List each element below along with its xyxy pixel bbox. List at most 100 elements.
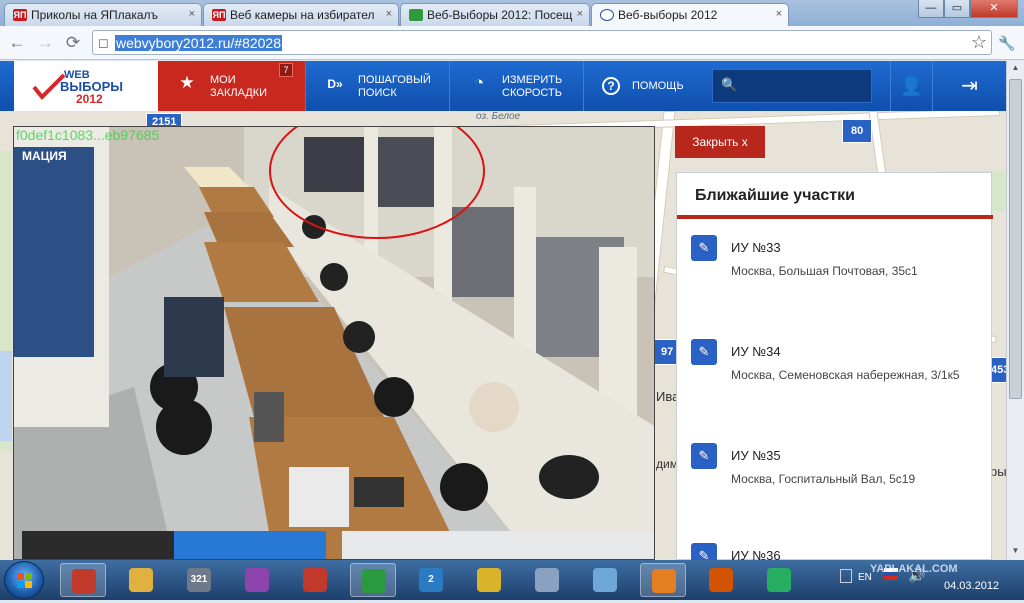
browser-tab-strip: ЯП Приколы на ЯПлакалъ × ЯП Веб камеры н…: [0, 0, 1024, 27]
search-icon: 🔍: [721, 77, 738, 92]
station-item[interactable]: ✎ ИУ №33 Москва, Большая Почтовая, 35с1: [691, 235, 981, 295]
watermark: YAPLAKAL.COM: [870, 563, 958, 575]
taskbar-firefox[interactable]: [698, 563, 744, 597]
user-icon: 👤: [900, 76, 923, 96]
yaplakal-favicon-icon: ЯП: [13, 9, 27, 21]
scroll-up-icon[interactable]: ▲: [1009, 63, 1022, 75]
notepad-app-icon: [593, 568, 617, 592]
taskbar-picasa[interactable]: [234, 563, 280, 597]
reload-button[interactable]: ⟳: [62, 32, 84, 54]
batman-app-icon: [477, 568, 501, 592]
scroll-down-icon[interactable]: ▼: [1009, 546, 1022, 558]
webvybory-logo[interactable]: WEB ВЫБОРЫ 2012: [14, 61, 158, 111]
taskbar-chrome[interactable]: [350, 563, 396, 597]
map-label: оз. Белое: [476, 111, 521, 122]
image-viewer-icon: [652, 569, 676, 593]
minimize-button[interactable]: —: [918, 0, 944, 18]
close-tab-icon[interactable]: ×: [189, 8, 195, 20]
panel-title: Ближайшие участки: [695, 187, 855, 204]
close-tab-icon[interactable]: ×: [776, 8, 782, 20]
close-window-button[interactable]: ✕: [970, 0, 1018, 18]
maximize-button[interactable]: ▭: [944, 0, 970, 18]
tab-title: Приколы на ЯПлакалъ: [31, 8, 159, 22]
nav-label: ИЗМЕРИТЬ СКОРОСТЬ: [502, 74, 563, 99]
tab-webvybory-stats[interactable]: Веб-Выборы 2012: Посещ ×: [400, 3, 590, 26]
site-header: WEB ВЫБОРЫ 2012 ★ МОИ ЗАКЛАДКИ 7 D» ПОШАГ…: [0, 61, 1006, 111]
wall-sign-text: МАЦИЯ: [22, 149, 67, 163]
map-marker[interactable]: 80: [842, 119, 873, 143]
scroll-thumb[interactable]: [1009, 79, 1022, 399]
site-search-input[interactable]: 🔍: [712, 69, 872, 103]
star-icon: ★: [179, 73, 195, 92]
taskbar-floppy-app[interactable]: [292, 563, 338, 597]
logo-year: 2012: [76, 92, 103, 106]
chrome-icon: [362, 569, 386, 593]
nav-label: МОИ ЗАКЛАДКИ: [210, 74, 268, 99]
station-address: Москва, Большая Почтовая, 35с1: [731, 264, 918, 278]
tab-yaplakal[interactable]: ЯП Приколы на ЯПлакалъ ×: [4, 3, 202, 26]
tab-title: Веб-выборы 2012: [618, 8, 718, 22]
taskbar-presentation-app[interactable]: [60, 563, 106, 597]
taskbar-image-viewer[interactable]: [640, 563, 686, 597]
close-tab-icon[interactable]: ×: [577, 8, 583, 20]
speedometer-icon: ◔: [473, 73, 485, 92]
station-item[interactable]: ✎ ИУ №36: [691, 543, 981, 561]
network-app-icon: 2: [419, 568, 443, 592]
tab-title: Веб камеры на избирател: [230, 8, 375, 22]
taskbar-chat-app[interactable]: [756, 563, 802, 597]
logout-button[interactable]: ⇥: [932, 61, 1006, 111]
nav-my-bookmarks[interactable]: ★ МОИ ЗАКЛАДКИ 7: [158, 61, 306, 111]
tab-title: Веб-Выборы 2012: Посещ: [427, 8, 573, 22]
taskbar-keyboard-app[interactable]: [524, 563, 570, 597]
camera-id-overlay: f0def1c1083...eb97685: [16, 127, 160, 143]
station-item[interactable]: ✎ ИУ №34 Москва, Семеновская набережная,…: [691, 339, 981, 399]
network-icon[interactable]: [840, 569, 852, 583]
station-name: ИУ №34: [731, 344, 781, 359]
nav-speed-test[interactable]: ◔ ИЗМЕРИТЬ СКОРОСТЬ: [450, 61, 584, 111]
nav-label: ПОШАГОВЫЙ ПОИСК: [358, 74, 431, 99]
url-text[interactable]: webvybory2012.ru/#82028: [115, 35, 283, 51]
map-label: дим: [656, 457, 678, 471]
ballot-icon: ✎: [691, 235, 717, 261]
nav-label: ПОМОЩЬ: [632, 80, 684, 92]
page-scrollbar[interactable]: ▲ ▼: [1006, 61, 1024, 560]
start-button[interactable]: [4, 561, 44, 599]
nav-step-search[interactable]: D» ПОШАГОВЫЙ ПОИСК: [306, 61, 450, 111]
tab-webvybory-active[interactable]: Веб-выборы 2012 ×: [591, 3, 789, 27]
bookmark-star-icon[interactable]: ☆: [971, 32, 987, 53]
clock-date[interactable]: 04.03.2012: [944, 580, 999, 592]
taskbar-batman-app[interactable]: [466, 563, 512, 597]
taskbar-notepad-app[interactable]: [582, 563, 628, 597]
close-tab-icon[interactable]: ×: [386, 8, 392, 20]
close-panel-button[interactable]: Закрыть x: [675, 126, 765, 158]
wrench-menu-icon[interactable]: 🔧: [996, 32, 1018, 54]
file-explorer-icon: [129, 568, 153, 592]
step-search-icon: D»: [327, 77, 343, 91]
bar-chart-favicon-icon: [409, 9, 423, 21]
user-profile-button[interactable]: 👤: [890, 61, 932, 111]
forward-button[interactable]: →: [34, 32, 56, 54]
keyboard-app-icon: [535, 568, 559, 592]
firefox-icon: [709, 568, 733, 592]
yaplakal-favicon-icon: ЯП: [212, 9, 226, 21]
chat-app-icon: [767, 568, 791, 592]
address-bar[interactable]: ◻ webvybory2012.ru/#82028 ☆: [92, 30, 992, 55]
panel-accent-bar: [677, 215, 993, 219]
taskbar-media-classic[interactable]: 321: [176, 563, 222, 597]
map-water: [0, 351, 12, 441]
page-icon: ◻: [98, 35, 109, 50]
help-icon: ?: [602, 77, 620, 95]
station-name: ИУ №33: [731, 240, 781, 255]
windows-logo-icon: [17, 573, 32, 588]
station-item[interactable]: ✎ ИУ №35 Москва, Госпитальный Вал, 5с19: [691, 443, 981, 503]
tab-webcams[interactable]: ЯП Веб камеры на избирател ×: [203, 3, 399, 26]
taskbar-file-explorer[interactable]: [118, 563, 164, 597]
back-button[interactable]: ←: [6, 32, 28, 54]
nav-help[interactable]: ? ПОМОЩЬ: [584, 61, 700, 111]
presentation-app-icon: [72, 569, 96, 593]
ballot-icon: ✎: [691, 443, 717, 469]
ballot-icon: ✎: [691, 543, 717, 561]
webcam-video[interactable]: МАЦИЯ f0def1c1083...eb97685: [13, 126, 655, 560]
station-address: Москва, Семеновская набережная, 3/1к5: [731, 368, 960, 382]
taskbar-network-app[interactable]: 2: [408, 563, 454, 597]
